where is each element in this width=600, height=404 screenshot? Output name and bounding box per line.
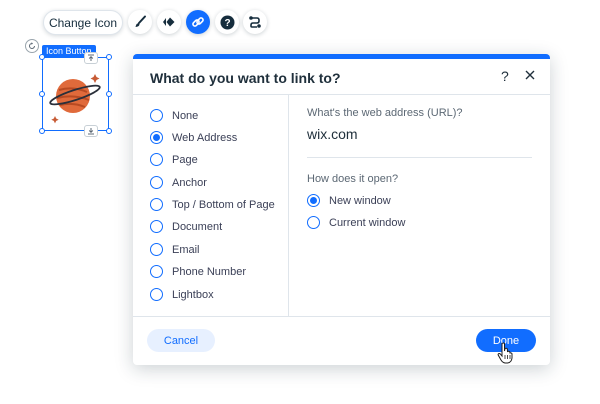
- column-divider: [288, 95, 289, 316]
- question-icon: ?: [220, 15, 234, 29]
- dialog-title: What do you want to link to?: [150, 70, 341, 86]
- resize-handle-right[interactable]: [106, 91, 112, 97]
- dialog-help-button[interactable]: ?: [501, 68, 515, 84]
- animation-icon: [163, 17, 175, 27]
- link-type-page[interactable]: Page: [150, 153, 198, 166]
- radio-phone-number[interactable]: [150, 265, 163, 278]
- hand-cursor-icon: [497, 342, 513, 369]
- resize-handle-left[interactable]: [39, 91, 45, 97]
- open-current-window[interactable]: Current window: [307, 216, 405, 229]
- link-type-web-address[interactable]: Web Address: [150, 131, 237, 144]
- link-type-lightbox[interactable]: Lightbox: [150, 288, 214, 301]
- open-option-label: New window: [329, 194, 391, 207]
- link-dialog: What do you want to link to? ? None Web …: [133, 54, 550, 365]
- animation-button[interactable]: [157, 10, 181, 34]
- radio-top-bottom[interactable]: [150, 198, 163, 211]
- link-icon: [192, 17, 204, 27]
- link-button[interactable]: [186, 10, 210, 34]
- resize-handle-bottom-left[interactable]: [39, 128, 45, 134]
- resize-handle-top-right[interactable]: [106, 54, 112, 60]
- resize-handle-bottom-right[interactable]: [106, 128, 112, 134]
- radio-email[interactable]: [150, 243, 163, 256]
- rotate-handle[interactable]: [25, 39, 39, 53]
- icon-button-element[interactable]: [39, 52, 112, 137]
- design-button[interactable]: [128, 10, 152, 34]
- align-top-icon: [88, 54, 94, 61]
- align-bottom-icon: [88, 128, 94, 135]
- url-input[interactable]: wix.com: [307, 126, 358, 142]
- link-type-anchor[interactable]: Anchor: [150, 176, 207, 189]
- paintbrush-icon: [135, 15, 146, 27]
- radio-none[interactable]: [150, 109, 163, 122]
- link-type-label: Anchor: [172, 176, 207, 189]
- open-option-label: Current window: [329, 216, 406, 229]
- help-button[interactable]: ?: [215, 10, 239, 34]
- svg-text:?: ?: [224, 18, 230, 29]
- link-type-email[interactable]: Email: [150, 243, 200, 256]
- connect-icon: [249, 16, 261, 28]
- radio-new-window[interactable]: [307, 194, 320, 207]
- resize-handle-top-left[interactable]: [39, 54, 45, 60]
- url-field-label: What's the web address (URL)?: [307, 107, 463, 119]
- change-icon-button[interactable]: Change Icon: [43, 10, 123, 35]
- radio-lightbox[interactable]: [150, 288, 163, 301]
- link-type-label: None: [172, 109, 199, 122]
- planet-icon: [49, 74, 101, 124]
- footer-divider: [133, 316, 550, 317]
- radio-document[interactable]: [150, 220, 163, 233]
- dialog-close-button[interactable]: [523, 68, 539, 84]
- cancel-button[interactable]: Cancel: [147, 329, 215, 352]
- link-type-label: Phone Number: [172, 265, 246, 278]
- link-type-label: Top / Bottom of Page: [172, 198, 275, 211]
- connect-button[interactable]: [243, 10, 267, 34]
- link-type-label: Email: [172, 243, 200, 256]
- radio-anchor[interactable]: [150, 176, 163, 189]
- rotate-icon: [29, 42, 35, 49]
- stretch-bottom-button[interactable]: [84, 125, 98, 137]
- radio-web-address[interactable]: [150, 131, 163, 144]
- link-type-none[interactable]: None: [150, 109, 198, 122]
- link-type-label: Document: [172, 220, 223, 233]
- link-type-document[interactable]: Document: [150, 220, 222, 233]
- link-type-label: Web Address: [172, 131, 238, 144]
- link-type-phone-number[interactable]: Phone Number: [150, 265, 246, 278]
- radio-current-window[interactable]: [307, 216, 320, 229]
- close-icon: [525, 70, 535, 80]
- radio-page[interactable]: [150, 153, 163, 166]
- link-type-label: Page: [172, 153, 198, 166]
- open-new-window[interactable]: New window: [307, 194, 391, 207]
- open-mode-label: How does it open?: [307, 173, 399, 185]
- dialog-accent-bar: [133, 54, 550, 59]
- header-divider: [133, 94, 550, 95]
- link-type-label: Lightbox: [172, 288, 214, 301]
- stretch-top-button[interactable]: [84, 52, 98, 64]
- link-type-top-bottom[interactable]: Top / Bottom of Page: [150, 198, 275, 211]
- url-input-underline: [307, 157, 532, 158]
